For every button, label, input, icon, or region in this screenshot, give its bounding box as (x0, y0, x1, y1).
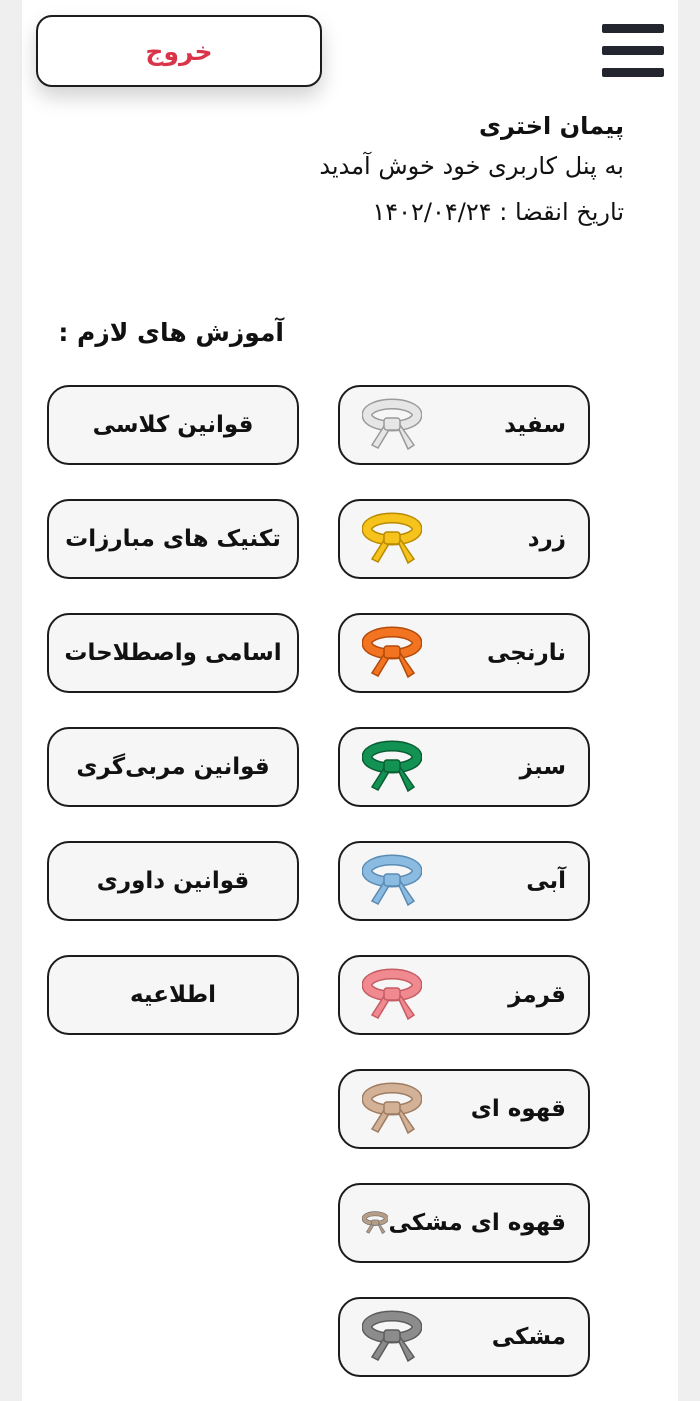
belt-label: سبز (519, 754, 566, 780)
belt-label: نارنجی (487, 640, 566, 666)
belt-icon (362, 398, 422, 451)
menu-icon[interactable] (602, 24, 664, 78)
belt-icon (362, 968, 422, 1021)
expiry-date: تاریخ انقضا : ۱۴۰۲/۰۴/۲۴ (372, 198, 624, 226)
belt-button[interactable]: قرمز (338, 955, 590, 1035)
belt-label: قهوه ای (470, 1096, 566, 1122)
topic-button[interactable]: اسامی واصطلاحات (47, 613, 299, 693)
belt-label: قهوه ای مشکی (388, 1210, 566, 1236)
belt-icon (362, 1082, 422, 1135)
topic-label: اسامی واصطلاحات (64, 640, 282, 666)
belt-icon (362, 1211, 389, 1235)
belt-label: مشکی (491, 1324, 566, 1350)
belt-label: سفید (504, 412, 566, 438)
belt-button[interactable]: قهوه ای (338, 1069, 590, 1149)
belt-button[interactable]: سبز (338, 727, 590, 807)
belt-icon (362, 854, 422, 907)
welcome-text: به پنل کاربری خود خوش آمدید (319, 152, 624, 180)
belt-label: قرمز (508, 982, 566, 1008)
topic-button[interactable]: اطلاعیه (47, 955, 299, 1035)
topic-label: اطلاعیه (129, 982, 217, 1008)
topic-button[interactable]: قوانین کلاسی (47, 385, 299, 465)
user-info: پیمان اختری به پنل کاربری خود خوش آمدید … (319, 112, 624, 226)
belt-button[interactable]: نارنجی (338, 613, 590, 693)
belt-button[interactable]: آبی (338, 841, 590, 921)
topic-label: تکنیک های مبارزات (65, 526, 281, 552)
user-name: پیمان اختری (479, 112, 624, 140)
belt-icon (362, 626, 422, 679)
logout-button[interactable]: خروج (36, 15, 322, 87)
belt-button[interactable]: قهوه ای مشکی (338, 1183, 590, 1263)
belt-label: آبی (526, 868, 566, 894)
belt-button[interactable]: زرد (338, 499, 590, 579)
belt-button[interactable]: مشکی (338, 1297, 590, 1377)
topic-button[interactable]: قوانین مربی‌گری (47, 727, 299, 807)
topic-button[interactable]: تکنیک های مبارزات (47, 499, 299, 579)
topic-button[interactable]: قوانین داوری (47, 841, 299, 921)
belt-label: زرد (527, 526, 566, 552)
topic-label: قوانین مربی‌گری (76, 754, 270, 780)
section-title: آموزش های لازم : (58, 318, 284, 347)
belt-button[interactable]: سفید (338, 385, 590, 465)
belt-icon (362, 740, 422, 793)
topic-label: قوانین داوری (96, 868, 250, 894)
topic-label: قوانین کلاسی (92, 412, 254, 438)
belt-icon (362, 512, 422, 565)
belt-icon (362, 1310, 422, 1363)
